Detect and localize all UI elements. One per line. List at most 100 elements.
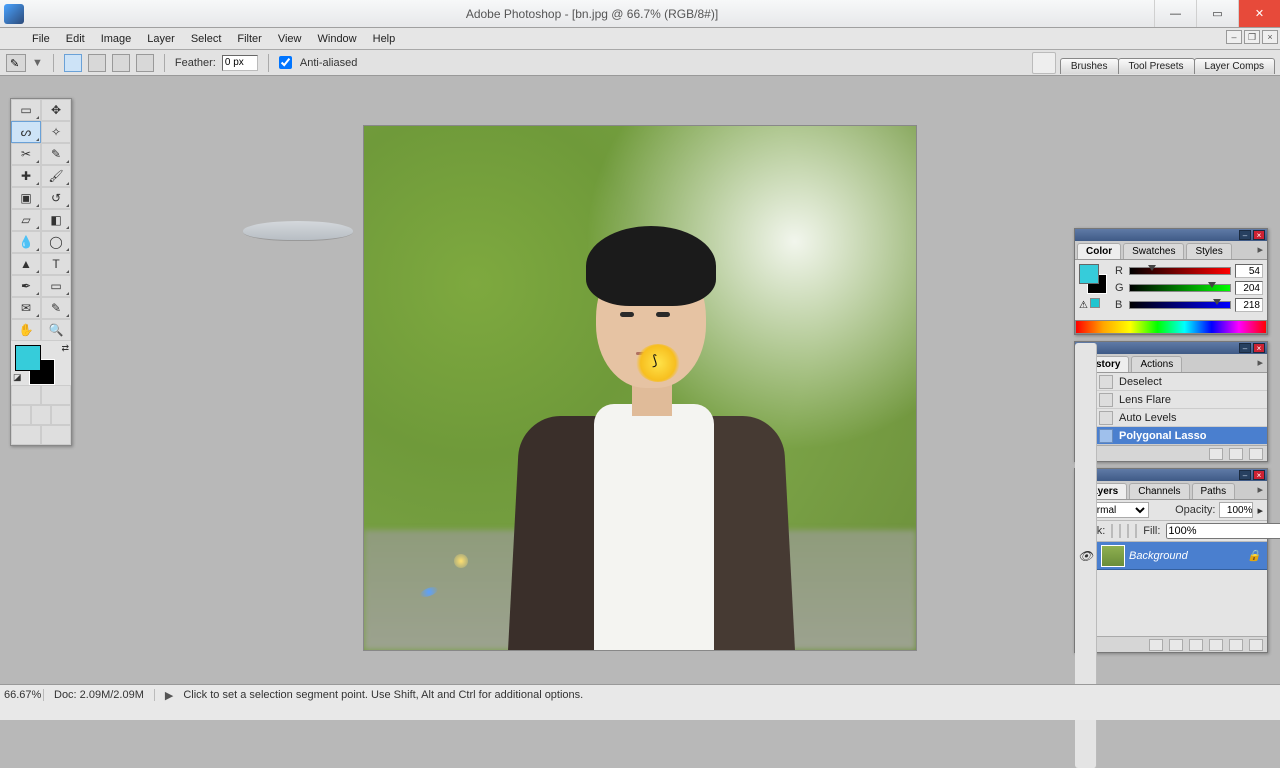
hand-tool[interactable]: ✋ bbox=[11, 319, 41, 341]
marquee-tool[interactable]: ▭ bbox=[11, 99, 41, 121]
screen-full-menubar-button[interactable] bbox=[31, 405, 51, 425]
menu-help[interactable]: Help bbox=[365, 28, 404, 50]
zoom-tool[interactable]: 🔍 bbox=[41, 319, 71, 341]
layer-row[interactable]: 👁 Background 🔒 bbox=[1075, 542, 1267, 570]
clone-stamp-tool[interactable]: ▣ bbox=[11, 187, 41, 209]
palette-well-toggle[interactable] bbox=[1032, 52, 1056, 74]
doc-restore-button[interactable]: ❐ bbox=[1244, 30, 1260, 44]
doc-minimize-button[interactable]: – bbox=[1226, 30, 1242, 44]
tab-styles[interactable]: Styles bbox=[1186, 243, 1231, 259]
history-item[interactable]: Deselect bbox=[1075, 373, 1267, 391]
quickmask-mode-button[interactable] bbox=[41, 385, 71, 405]
history-item[interactable]: Auto Levels bbox=[1075, 409, 1267, 427]
swap-colors-icon[interactable]: ⇄ bbox=[61, 343, 69, 354]
current-tool-icon[interactable]: ✎ bbox=[6, 54, 26, 72]
jump-to-imageready-button2[interactable] bbox=[41, 425, 71, 445]
new-doc-from-state-button[interactable] bbox=[1209, 448, 1223, 460]
jump-to-imageready-button[interactable] bbox=[11, 425, 41, 445]
blur-tool[interactable]: 💧 bbox=[11, 231, 41, 253]
brush-tool[interactable]: 🖌 bbox=[41, 165, 71, 187]
new-layer-button[interactable] bbox=[1229, 639, 1243, 651]
history-item[interactable]: Lens Flare bbox=[1075, 391, 1267, 409]
panel-fg-swatch[interactable] bbox=[1079, 264, 1099, 284]
tab-paths[interactable]: Paths bbox=[1192, 483, 1236, 499]
lock-all-button[interactable] bbox=[1135, 524, 1137, 538]
close-button[interactable]: ✕ bbox=[1238, 0, 1280, 27]
g-slider[interactable] bbox=[1129, 284, 1231, 292]
g-input[interactable] bbox=[1235, 281, 1263, 295]
status-menu-icon[interactable]: ▶ bbox=[165, 689, 173, 702]
b-input[interactable] bbox=[1235, 298, 1263, 312]
lock-transparency-button[interactable] bbox=[1111, 524, 1113, 538]
menu-view[interactable]: View bbox=[270, 28, 310, 50]
layer-style-button[interactable] bbox=[1149, 639, 1163, 651]
lasso-tool[interactable]: ᔕ bbox=[11, 121, 41, 143]
opacity-arrow-icon[interactable]: ▸ bbox=[1257, 504, 1263, 517]
new-selection-button[interactable] bbox=[64, 54, 82, 72]
notes-tool[interactable]: ✉ bbox=[11, 297, 41, 319]
feather-input[interactable] bbox=[222, 55, 258, 71]
shape-tool[interactable]: ▭ bbox=[41, 275, 71, 297]
panel-menu-icon[interactable]: ▸ bbox=[1253, 481, 1267, 499]
history-item[interactable]: ▸Polygonal Lasso bbox=[1075, 427, 1267, 445]
document-canvas[interactable]: ⟆ bbox=[364, 126, 916, 650]
panel-menu-icon[interactable]: ▸ bbox=[1253, 241, 1267, 259]
healing-brush-tool[interactable]: ✚ bbox=[11, 165, 41, 187]
lock-paint-button[interactable] bbox=[1119, 524, 1121, 538]
pen-tool[interactable]: ✒ bbox=[11, 275, 41, 297]
tab-color[interactable]: Color bbox=[1077, 243, 1121, 259]
tab-actions[interactable]: Actions bbox=[1131, 356, 1182, 372]
tab-layer-comps[interactable]: Layer Comps bbox=[1194, 58, 1275, 74]
tab-swatches[interactable]: Swatches bbox=[1123, 243, 1184, 259]
screen-standard-button[interactable] bbox=[11, 405, 31, 425]
menu-image[interactable]: Image bbox=[93, 28, 140, 50]
new-set-button[interactable] bbox=[1189, 639, 1203, 651]
antialias-checkbox[interactable] bbox=[279, 56, 292, 69]
tab-brushes[interactable]: Brushes bbox=[1060, 58, 1119, 74]
adjustment-layer-button[interactable] bbox=[1209, 639, 1223, 651]
panel-close-button[interactable]: × bbox=[1253, 470, 1265, 480]
screen-full-button[interactable] bbox=[51, 405, 71, 425]
menu-window[interactable]: Window bbox=[310, 28, 365, 50]
lock-position-button[interactable] bbox=[1127, 524, 1129, 538]
eyedropper-tool[interactable]: ✎ bbox=[41, 297, 71, 319]
type-tool[interactable]: T bbox=[41, 253, 71, 275]
doc-size[interactable]: Doc: 2.09M/2.09M bbox=[44, 689, 155, 701]
panel-menu-icon[interactable]: ▸ bbox=[1253, 354, 1267, 372]
r-slider[interactable] bbox=[1129, 267, 1231, 275]
panel-minimize-button[interactable]: – bbox=[1239, 343, 1251, 353]
delete-layer-button[interactable] bbox=[1249, 639, 1263, 651]
maximize-button[interactable]: ▭ bbox=[1196, 0, 1238, 27]
path-selection-tool[interactable]: ▲ bbox=[11, 253, 41, 275]
move-tool[interactable]: ✥ bbox=[41, 99, 71, 121]
add-selection-button[interactable] bbox=[88, 54, 106, 72]
foreground-color-swatch[interactable] bbox=[15, 345, 41, 371]
default-colors-icon[interactable]: ◪ bbox=[13, 372, 22, 383]
history-brush-tool[interactable]: ↺ bbox=[41, 187, 71, 209]
eraser-tool[interactable]: ▱ bbox=[11, 209, 41, 231]
menu-filter[interactable]: Filter bbox=[229, 28, 269, 50]
dodge-tool[interactable]: ◯ bbox=[41, 231, 71, 253]
doc-close-button[interactable]: × bbox=[1262, 30, 1278, 44]
gamut-warning-icon[interactable]: ⚠ bbox=[1079, 298, 1100, 311]
zoom-level[interactable]: 66.67% bbox=[0, 689, 44, 701]
gradient-tool[interactable]: ◧ bbox=[41, 209, 71, 231]
panel-minimize-button[interactable]: – bbox=[1239, 230, 1251, 240]
tab-tool-presets[interactable]: Tool Presets bbox=[1118, 58, 1195, 74]
standard-mode-button[interactable] bbox=[11, 385, 41, 405]
toolbox-header[interactable] bbox=[243, 221, 353, 241]
layer-thumbnail[interactable] bbox=[1101, 545, 1125, 567]
menu-select[interactable]: Select bbox=[183, 28, 230, 50]
menu-file[interactable]: File bbox=[24, 28, 58, 50]
opacity-input[interactable] bbox=[1219, 502, 1253, 518]
fill-input[interactable] bbox=[1166, 523, 1280, 539]
tab-channels[interactable]: Channels bbox=[1129, 483, 1189, 499]
panel-close-button[interactable]: × bbox=[1253, 343, 1265, 353]
slice-tool[interactable]: ✎ bbox=[41, 143, 71, 165]
crop-tool[interactable]: ✂ bbox=[11, 143, 41, 165]
layer-mask-button[interactable] bbox=[1169, 639, 1183, 651]
magic-wand-tool[interactable]: ✧ bbox=[41, 121, 71, 143]
panel-minimize-button[interactable]: – bbox=[1239, 470, 1251, 480]
intersect-selection-button[interactable] bbox=[136, 54, 154, 72]
new-snapshot-button[interactable] bbox=[1229, 448, 1243, 460]
